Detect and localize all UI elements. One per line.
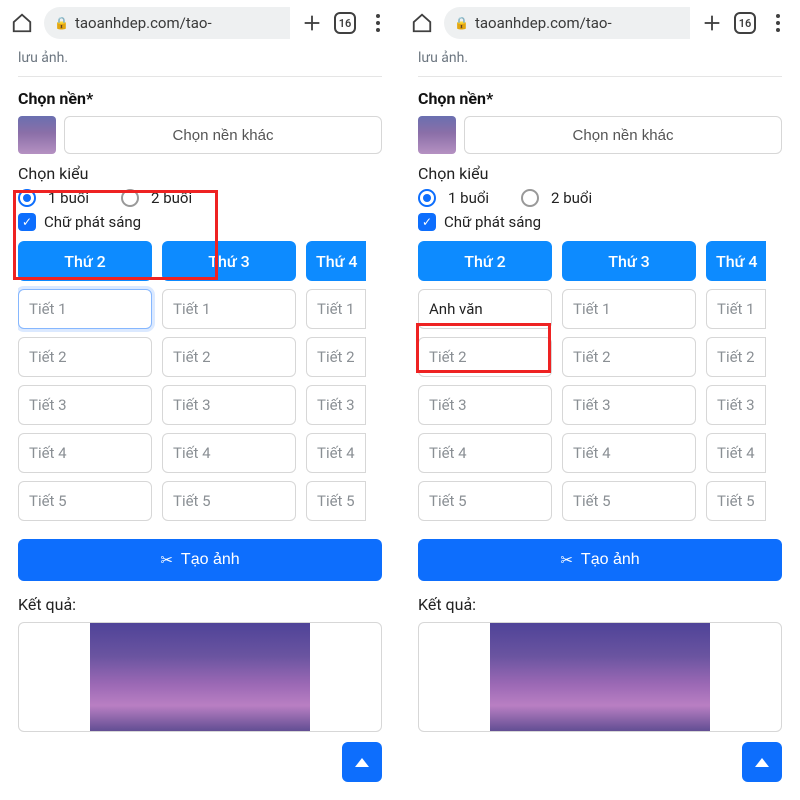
cell-d2-t1[interactable]: Anh văn: [418, 289, 552, 329]
url-bar[interactable]: 🔒 taoanhdep.com/tao-: [44, 7, 290, 39]
menu-icon[interactable]: [366, 11, 390, 35]
create-image-button[interactable]: ✂ Tạo ảnh: [18, 539, 382, 581]
radio-2-label: 2 buổi: [151, 189, 192, 207]
cell-d2-t2[interactable]: Tiết 2: [18, 337, 152, 377]
scroll-top-button[interactable]: [342, 742, 382, 782]
bg-section-title: Chọn nền*: [418, 89, 782, 108]
glow-label: Chữ phát sáng: [44, 213, 141, 231]
schedule-grid: Thứ 2 Tiết 1 Tiết 2 Tiết 3 Tiết 4 Tiết 5…: [18, 241, 382, 521]
url-text: taoanhdep.com/tao-: [475, 14, 612, 32]
result-label: Kết quả:: [18, 595, 382, 614]
divider: [18, 76, 382, 77]
cell-d3-t2[interactable]: Tiết 2: [562, 337, 696, 377]
lock-icon: 🔒: [454, 16, 469, 30]
cell-d4-t2[interactable]: Tiết 2: [706, 337, 766, 377]
style-section-title: Chọn kiểu: [418, 164, 782, 183]
home-icon[interactable]: [410, 11, 434, 35]
day-header-4[interactable]: Thứ 4: [306, 241, 366, 281]
result-label: Kết quả:: [418, 595, 782, 614]
radio-1-label: 1 buổi: [448, 189, 489, 207]
cell-d2-t3[interactable]: Tiết 3: [418, 385, 552, 425]
cell-d3-t5[interactable]: Tiết 5: [562, 481, 696, 521]
style-section-title: Chọn kiểu: [18, 164, 382, 183]
radio-2-buoi[interactable]: [121, 189, 139, 207]
result-image: [490, 623, 710, 732]
url-bar[interactable]: 🔒 taoanhdep.com/tao-: [444, 7, 690, 39]
cell-d4-t3[interactable]: Tiết 3: [306, 385, 366, 425]
day-header-2[interactable]: Thứ 2: [418, 241, 552, 281]
cell-d3-t4[interactable]: Tiết 4: [162, 433, 296, 473]
cell-d2-t4[interactable]: Tiết 4: [18, 433, 152, 473]
bg-section-title: Chọn nền*: [18, 89, 382, 108]
create-image-button[interactable]: ✂ Tạo ảnh: [418, 539, 782, 581]
result-image: [90, 623, 310, 732]
url-text: taoanhdep.com/tao-: [75, 14, 212, 32]
result-preview: [18, 622, 382, 732]
glow-checkbox[interactable]: ✓: [418, 213, 436, 231]
radio-2-buoi[interactable]: [521, 189, 539, 207]
radio-2-label: 2 buổi: [551, 189, 592, 207]
chevron-up-icon: [355, 758, 369, 767]
truncated-text: lưu ảnh.: [418, 46, 782, 76]
cell-d3-t3[interactable]: Tiết 3: [562, 385, 696, 425]
tabs-icon[interactable]: 16: [334, 12, 356, 34]
cell-d4-t5[interactable]: Tiết 5: [706, 481, 766, 521]
schedule-grid: Thứ 2 Anh văn Tiết 2 Tiết 3 Tiết 4 Tiết …: [418, 241, 782, 521]
choose-bg-button[interactable]: Chọn nền khác: [464, 116, 782, 154]
chevron-up-icon: [755, 758, 769, 767]
cell-d3-t2[interactable]: Tiết 2: [162, 337, 296, 377]
truncated-text: lưu ảnh.: [18, 46, 382, 76]
bg-thumbnail[interactable]: [418, 116, 456, 154]
bg-thumbnail[interactable]: [18, 116, 56, 154]
cell-d2-t4[interactable]: Tiết 4: [418, 433, 552, 473]
day-header-3[interactable]: Thứ 3: [162, 241, 296, 281]
menu-icon[interactable]: [766, 11, 790, 35]
choose-bg-button[interactable]: Chọn nền khác: [64, 116, 382, 154]
cell-d4-t4[interactable]: Tiết 4: [706, 433, 766, 473]
cell-d3-t5[interactable]: Tiết 5: [162, 481, 296, 521]
lock-icon: 🔒: [54, 16, 69, 30]
cell-d4-t2[interactable]: Tiết 2: [306, 337, 366, 377]
cell-d2-t2[interactable]: Tiết 2: [418, 337, 552, 377]
cell-d2-t5[interactable]: Tiết 5: [418, 481, 552, 521]
cell-d2-t5[interactable]: Tiết 5: [18, 481, 152, 521]
cell-d2-t3[interactable]: Tiết 3: [18, 385, 152, 425]
day-header-3[interactable]: Thứ 3: [562, 241, 696, 281]
cell-d3-t1[interactable]: Tiết 1: [562, 289, 696, 329]
cell-d4-t3[interactable]: Tiết 3: [706, 385, 766, 425]
result-preview: [418, 622, 782, 732]
glow-label: Chữ phát sáng: [444, 213, 541, 231]
new-tab-icon[interactable]: [300, 11, 324, 35]
scissors-icon: ✂: [160, 551, 173, 569]
radio-1-label: 1 buổi: [48, 189, 89, 207]
day-header-2[interactable]: Thứ 2: [18, 241, 152, 281]
tabs-icon[interactable]: 16: [734, 12, 756, 34]
cell-d3-t3[interactable]: Tiết 3: [162, 385, 296, 425]
home-icon[interactable]: [10, 11, 34, 35]
scissors-icon: ✂: [560, 551, 573, 569]
cell-d4-t1[interactable]: Tiết 1: [306, 289, 366, 329]
cell-d3-t4[interactable]: Tiết 4: [562, 433, 696, 473]
cell-d4-t1[interactable]: Tiết 1: [706, 289, 766, 329]
scroll-top-button[interactable]: [742, 742, 782, 782]
new-tab-icon[interactable]: [700, 11, 724, 35]
cell-d2-t1[interactable]: Tiết 1: [18, 289, 152, 329]
radio-1-buoi[interactable]: [418, 189, 436, 207]
divider: [418, 76, 782, 77]
radio-1-buoi[interactable]: [18, 189, 36, 207]
cell-d4-t5[interactable]: Tiết 5: [306, 481, 366, 521]
cell-d4-t4[interactable]: Tiết 4: [306, 433, 366, 473]
day-header-4[interactable]: Thứ 4: [706, 241, 766, 281]
glow-checkbox[interactable]: ✓: [18, 213, 36, 231]
cell-d3-t1[interactable]: Tiết 1: [162, 289, 296, 329]
